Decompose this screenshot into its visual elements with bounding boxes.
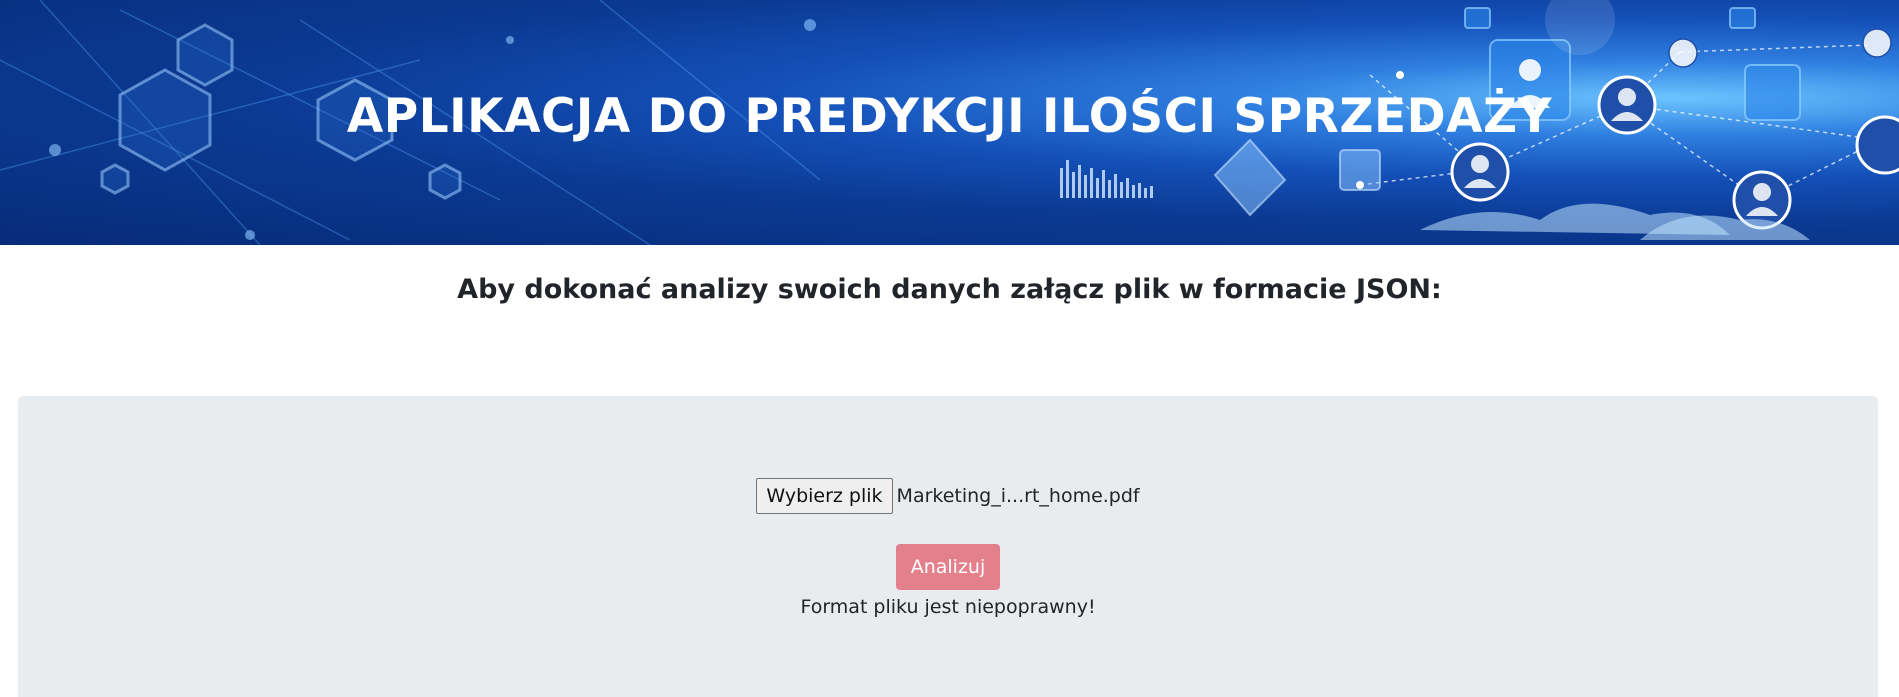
header-banner: APLIKACJA DO PREDYKCJI ILOŚCI SPRZEDAŻY xyxy=(0,0,1899,245)
upload-panel: Wybierz plik Marketing_i...rt_home.pdf An… xyxy=(18,396,1878,697)
page-title: APLIKACJA DO PREDYKCJI ILOŚCI SPRZEDAŻY xyxy=(346,89,1553,144)
selected-file-name: Marketing_i...rt_home.pdf xyxy=(896,485,1140,507)
file-input[interactable]: Wybierz plik Marketing_i...rt_home.pdf xyxy=(18,478,1878,514)
error-message: Format pliku jest niepoprawny! xyxy=(800,596,1096,618)
choose-file-button[interactable]: Wybierz plik xyxy=(756,478,893,514)
analyze-button[interactable]: Analizuj xyxy=(895,544,1001,590)
upload-instructions: Aby dokonać analizy swoich danych załącz… xyxy=(457,274,1442,305)
analyze-row: Analizuj xyxy=(18,544,1878,590)
page: APLIKACJA DO PREDYKCJI ILOŚCI SPRZEDAŻY … xyxy=(0,0,1899,697)
